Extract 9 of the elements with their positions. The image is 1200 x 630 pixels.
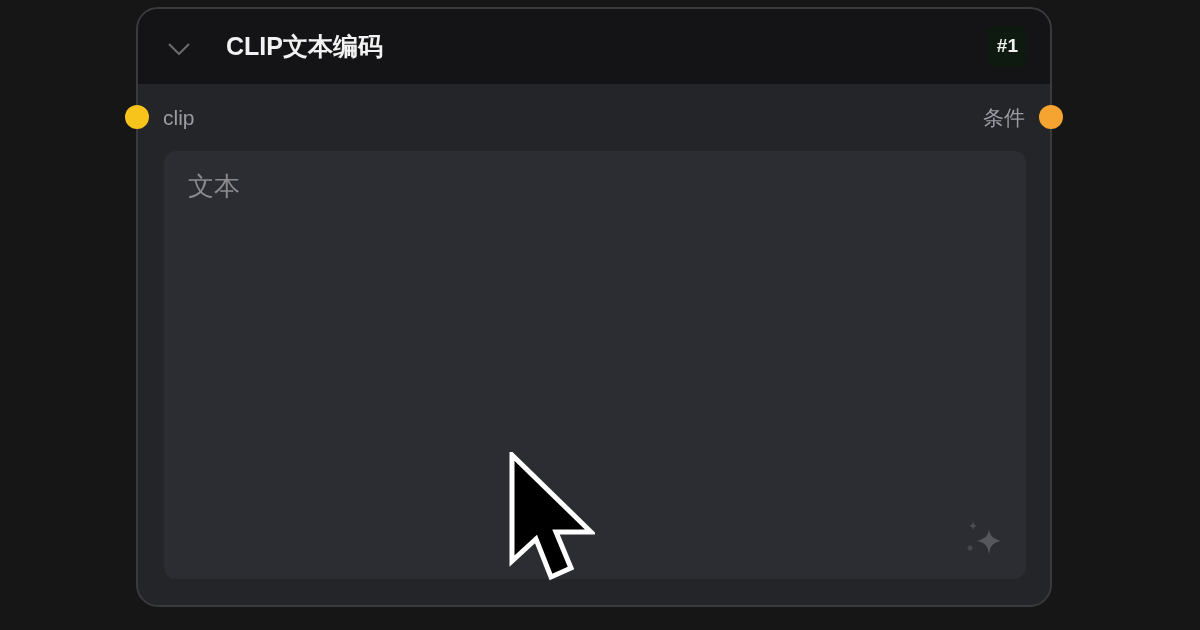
node-id-badge: #1 <box>988 26 1026 67</box>
output-label: 条件 <box>983 104 1025 131</box>
node-title: CLIP文本编码 <box>226 30 383 62</box>
input-socket-icon[interactable] <box>125 105 149 129</box>
mouse-pointer-icon <box>509 452 595 582</box>
output-socket-icon[interactable] <box>1039 105 1063 129</box>
chevron-down-icon[interactable] <box>168 42 190 55</box>
input-label: clip <box>163 104 195 131</box>
text-input-field[interactable]: 文本 <box>164 151 1026 579</box>
